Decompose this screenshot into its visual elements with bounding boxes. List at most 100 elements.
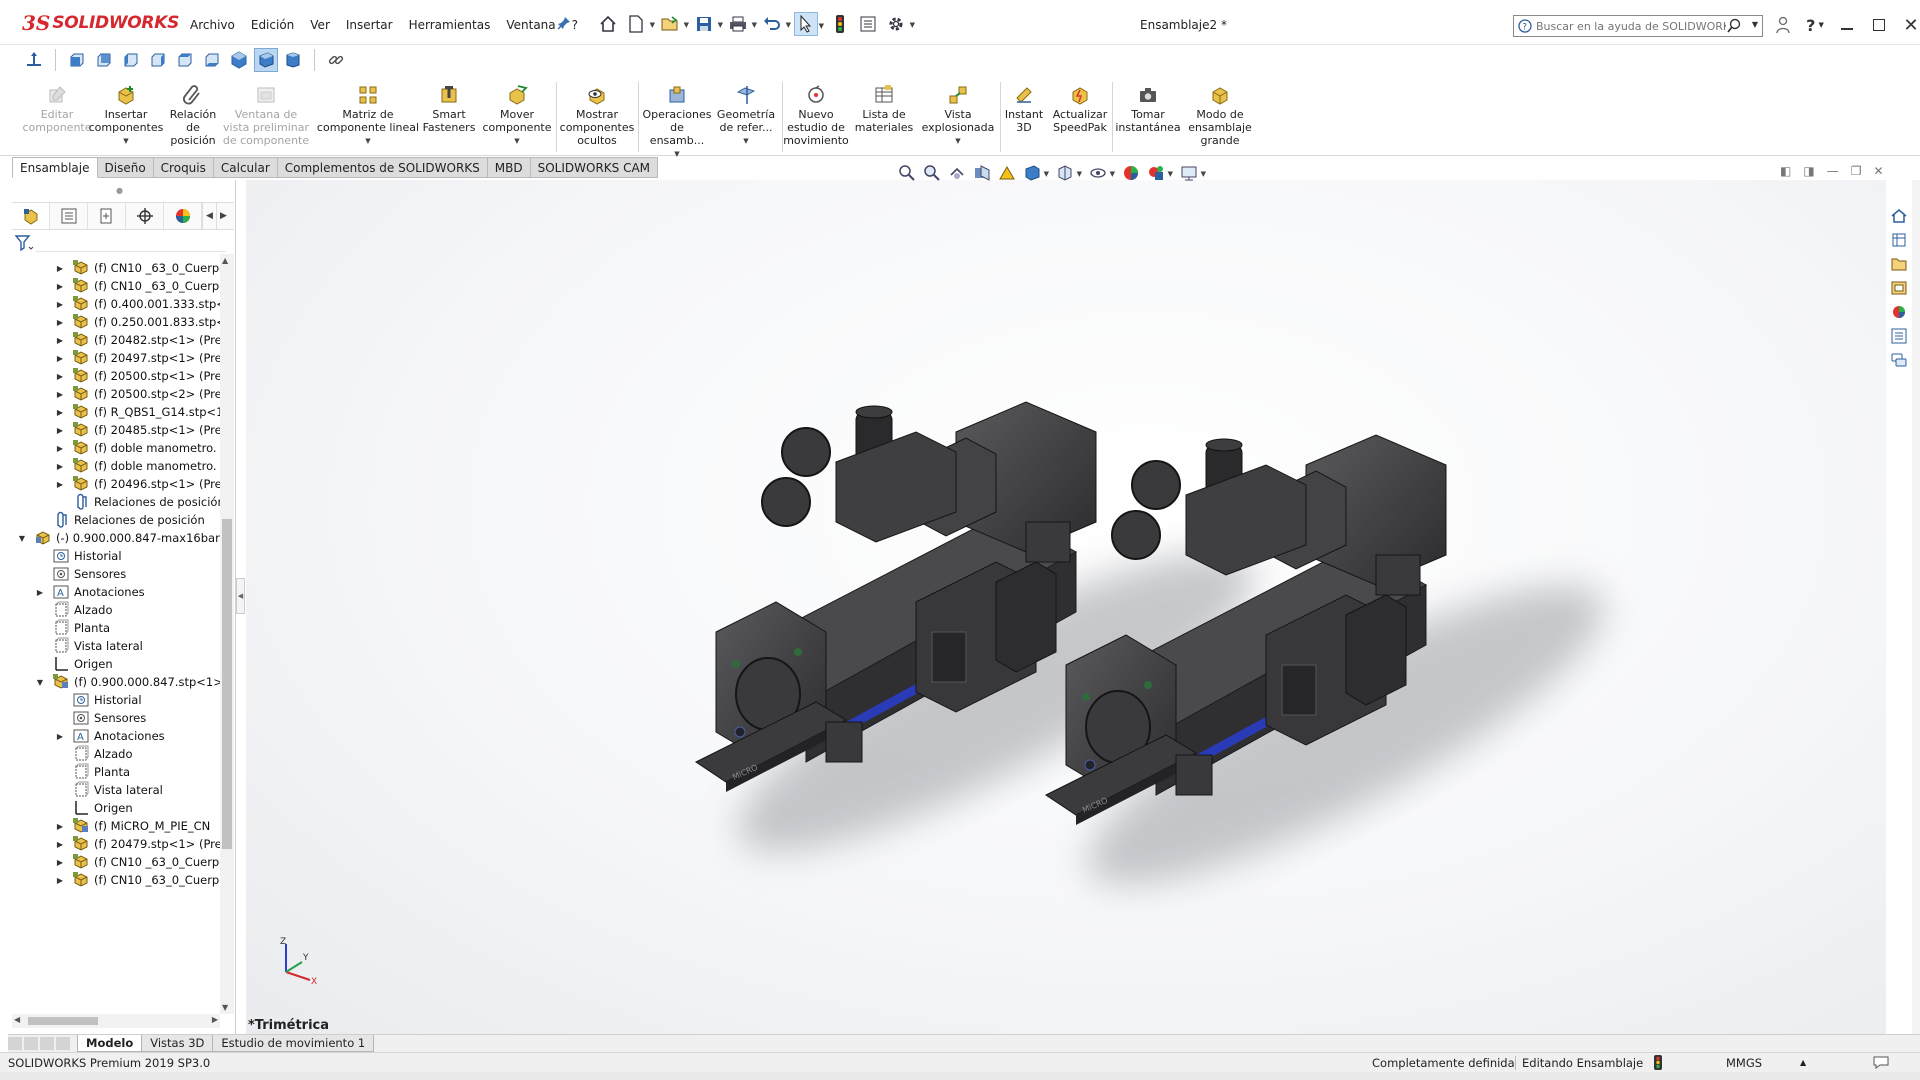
apply-scene-button[interactable]: ▼ [1145, 162, 1173, 184]
help-search-box[interactable]: ? ▼ [1513, 15, 1763, 37]
scrollbar-thumb[interactable] [222, 519, 232, 849]
collapse-arrow-icon[interactable]: ▼ [16, 534, 28, 543]
last-tab-icon[interactable] [56, 1037, 70, 1050]
chevron-down-icon[interactable]: ▼ [123, 135, 128, 148]
link-views-button[interactable] [324, 48, 348, 72]
expand-arrow-icon[interactable]: ▶ [54, 408, 66, 417]
solidworks-logo[interactable]: 3S SOLIDWORKS [22, 10, 179, 36]
zoom-area-button[interactable] [921, 162, 943, 184]
tree-vertical-scrollbar[interactable]: ▲ ▼ [220, 254, 234, 1014]
right-view-button[interactable] [146, 48, 170, 72]
chevron-down-icon[interactable]: ▼ [910, 21, 915, 29]
task-pane-custom-properties[interactable] [1888, 325, 1910, 347]
prev-tab-icon[interactable] [24, 1037, 38, 1050]
tab-complementos[interactable]: Complementos de SOLIDWORKS [277, 157, 488, 178]
tab-modelo[interactable]: Modelo [77, 1035, 143, 1052]
tree-node[interactable]: ▶ (f) CN10 _63_0_Cuerpo [54, 869, 220, 891]
normal-to-button[interactable] [22, 48, 46, 72]
section-view-button[interactable] [971, 162, 993, 184]
status-tooltip-icon[interactable] [1872, 1055, 1890, 1073]
scroll-right-icon[interactable]: ▶ [212, 1015, 218, 1024]
expand-arrow-icon[interactable]: ▶ [54, 822, 66, 831]
help-search-input[interactable] [1536, 19, 1726, 33]
tab-calcular[interactable]: Calcular [213, 157, 278, 178]
chevron-down-icon[interactable]: ▼ [819, 22, 824, 30]
show-hidden-components-button[interactable]: Mostrar componentes ocultos [560, 84, 634, 147]
save-button[interactable]: ▼ [692, 12, 723, 36]
tab-estudio-movimiento[interactable]: Estudio de movimiento 1 [212, 1035, 375, 1052]
rebuild-status-icon[interactable] [1654, 1055, 1662, 1073]
expand-arrow-icon[interactable]: ▶ [54, 840, 66, 849]
chevron-down-icon[interactable]: ▼ [955, 135, 960, 148]
open-button[interactable]: ▼ [658, 12, 689, 36]
chevron-down-icon[interactable]: ▼ [1044, 170, 1049, 178]
expand-arrow-icon[interactable]: ▶ [54, 300, 66, 309]
doc-restore-icon[interactable]: ❐ [1851, 164, 1862, 178]
collapse-arrow-icon[interactable]: ▼ [34, 678, 46, 687]
menu-insertar[interactable]: Insertar [338, 14, 401, 36]
chevron-down-icon[interactable]: ▼ [684, 21, 689, 29]
tab-diseno[interactable]: Diseño [97, 157, 154, 178]
task-pane-forum[interactable] [1888, 349, 1910, 371]
feature-manager-tab[interactable] [12, 203, 50, 229]
chevron-down-icon[interactable]: ▼ [1168, 170, 1173, 178]
new-document-button[interactable]: ▼ [624, 12, 655, 36]
chevron-down-icon[interactable]: ▼ [1818, 21, 1823, 29]
top-view-button[interactable] [173, 48, 197, 72]
undo-button[interactable]: ▼ [760, 12, 791, 36]
home-button[interactable] [596, 12, 620, 36]
chevron-down-icon[interactable]: ▼ [674, 148, 679, 161]
scroll-up-icon[interactable]: ▲ [222, 256, 228, 265]
linear-component-pattern-button[interactable]: Matriz de componente lineal ▼ [316, 84, 420, 148]
units-chevron-up-icon[interactable]: ▲ [1800, 1058, 1806, 1067]
back-view-button[interactable] [92, 48, 116, 72]
task-pane-file-explorer[interactable] [1888, 253, 1910, 275]
expand-arrow-icon[interactable]: ▶ [54, 318, 66, 327]
tabs-scroll-left-icon[interactable]: ◀ [202, 203, 216, 229]
chevron-down-icon[interactable]: ▼ [743, 135, 748, 148]
rebuild-button[interactable] [828, 12, 852, 36]
tab-vistas-3d[interactable]: Vistas 3D [141, 1035, 214, 1052]
new-motion-study-button[interactable]: Nuevo estudio de movimiento [783, 84, 849, 147]
tab-croquis[interactable]: Croquis [153, 157, 214, 178]
expand-arrow-icon[interactable]: ▶ [54, 876, 66, 885]
tree-filter-field[interactable] [36, 234, 226, 252]
task-pane-view-palette[interactable] [1888, 277, 1910, 299]
doc-minimize-icon[interactable]: — [1827, 164, 1839, 178]
chevron-down-icon[interactable]: ▼ [718, 21, 723, 29]
assembly-features-button[interactable]: Operaciones de ensamb... ▼ [642, 84, 712, 161]
chevron-down-icon[interactable]: ▼ [514, 135, 519, 148]
file-properties-button[interactable] [856, 12, 880, 36]
tab-ensamblaje[interactable]: Ensamblaje [12, 157, 98, 178]
view-settings-button[interactable]: ▼ [1178, 162, 1206, 184]
expand-arrow-icon[interactable]: ▶ [54, 372, 66, 381]
split-pane-icon[interactable]: ◨ [1803, 164, 1814, 178]
left-view-button[interactable] [119, 48, 143, 72]
edit-appearance-button[interactable] [1120, 162, 1142, 184]
hide-show-items-button[interactable]: ▼ [1087, 162, 1115, 184]
expand-arrow-icon[interactable]: ▶ [54, 282, 66, 291]
trimetric-view-button[interactable] [254, 48, 278, 72]
expand-arrow-icon[interactable]: ▶ [54, 336, 66, 345]
help-button[interactable]: ? ▼ [1804, 14, 1826, 36]
menu-herramientas[interactable]: Herramientas [401, 14, 499, 36]
scroll-left-icon[interactable]: ◀ [14, 1015, 20, 1024]
expand-arrow-icon[interactable]: ▶ [54, 732, 66, 741]
options-button[interactable]: ▼ [884, 12, 915, 36]
menu-archivo[interactable]: Archivo [182, 14, 243, 36]
display-manager-tab[interactable] [164, 203, 202, 229]
chevron-down-icon[interactable]: ▼ [365, 135, 370, 148]
configuration-manager-tab[interactable] [88, 203, 126, 229]
exploded-view-button[interactable]: Vista explosionada ▼ [922, 84, 994, 148]
move-component-button[interactable]: Mover componente ▼ [478, 84, 556, 148]
restore-pane-icon[interactable]: ◧ [1780, 164, 1791, 178]
isometric-view-button[interactable] [227, 48, 251, 72]
dimetric-view-button[interactable] [281, 48, 305, 72]
task-pane-appearances[interactable] [1888, 301, 1910, 323]
scrollbar-thumb[interactable] [28, 1017, 98, 1025]
scroll-down-icon[interactable]: ▼ [222, 1003, 228, 1012]
dynamic-annotation-button[interactable] [996, 162, 1018, 184]
take-snapshot-button[interactable]: Tomar instantánea [1114, 84, 1182, 134]
status-units[interactable]: MMGS [1726, 1056, 1762, 1070]
chevron-down-icon[interactable]: ▼ [1201, 170, 1206, 178]
